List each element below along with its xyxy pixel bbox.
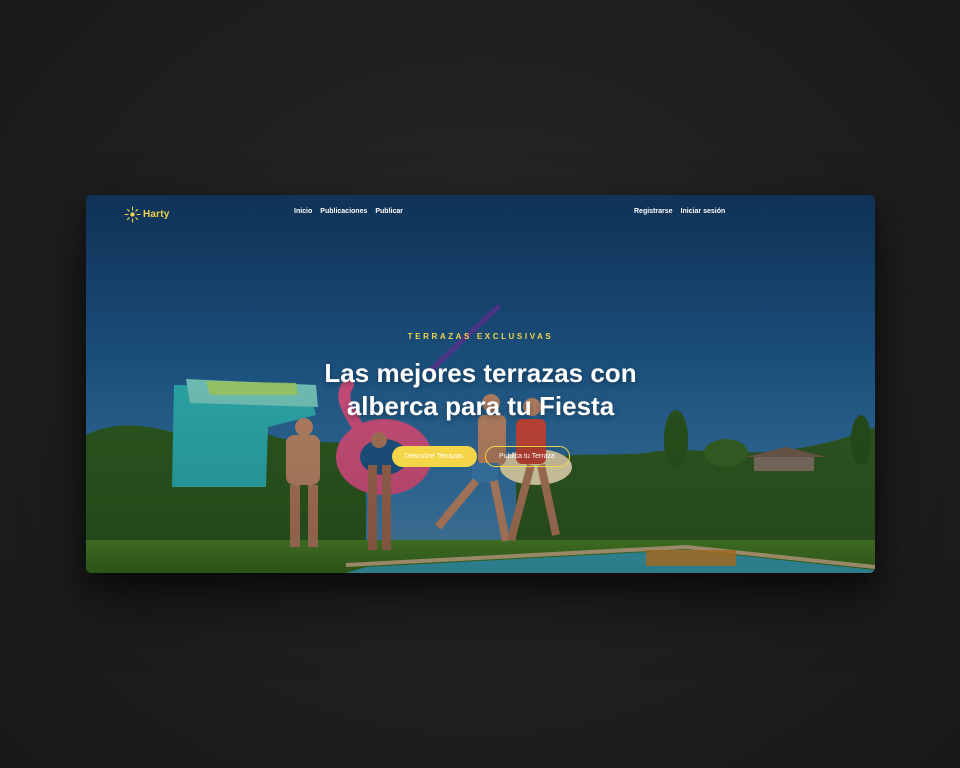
nav-link-publicaciones[interactable]: Publicaciones — [320, 208, 367, 215]
nav-link-registrarse[interactable]: Registrarse — [634, 208, 673, 215]
discover-terraces-button[interactable]: Descubre Terrazas — [391, 446, 477, 467]
brand-logo[interactable]: Harty — [124, 206, 170, 223]
sparkle-logo-icon — [124, 206, 141, 223]
hero-headline-line-1: Las mejores terrazas con — [324, 358, 637, 388]
nav-link-iniciar-sesion[interactable]: Iniciar sesión — [681, 208, 726, 215]
hero-headline: Las mejores terrazas con alberca para tu… — [86, 357, 875, 423]
hero-headline-line-2: alberca para tu Fiesta — [346, 391, 615, 421]
hero-cta-group: Descubre Terrazas Publica tu Terraza — [86, 446, 875, 467]
nav-link-publicar[interactable]: Publicar — [375, 208, 403, 215]
auth-nav: Registrarse Iniciar sesión — [634, 208, 725, 215]
website-preview-card: Harty Inicio Publicaciones Publicar Regi… — [86, 195, 875, 573]
primary-nav: Inicio Publicaciones Publicar — [294, 208, 403, 215]
hero-eyebrow: TERRAZAS EXCLUSIVAS — [407, 332, 554, 341]
publish-terrace-button[interactable]: Publica tu Terraza — [484, 446, 570, 467]
nav-link-inicio[interactable]: Inicio — [294, 208, 312, 215]
brand-name: Harty — [143, 209, 170, 220]
top-navbar: Harty Inicio Publicaciones Publicar Regi… — [86, 195, 875, 231]
